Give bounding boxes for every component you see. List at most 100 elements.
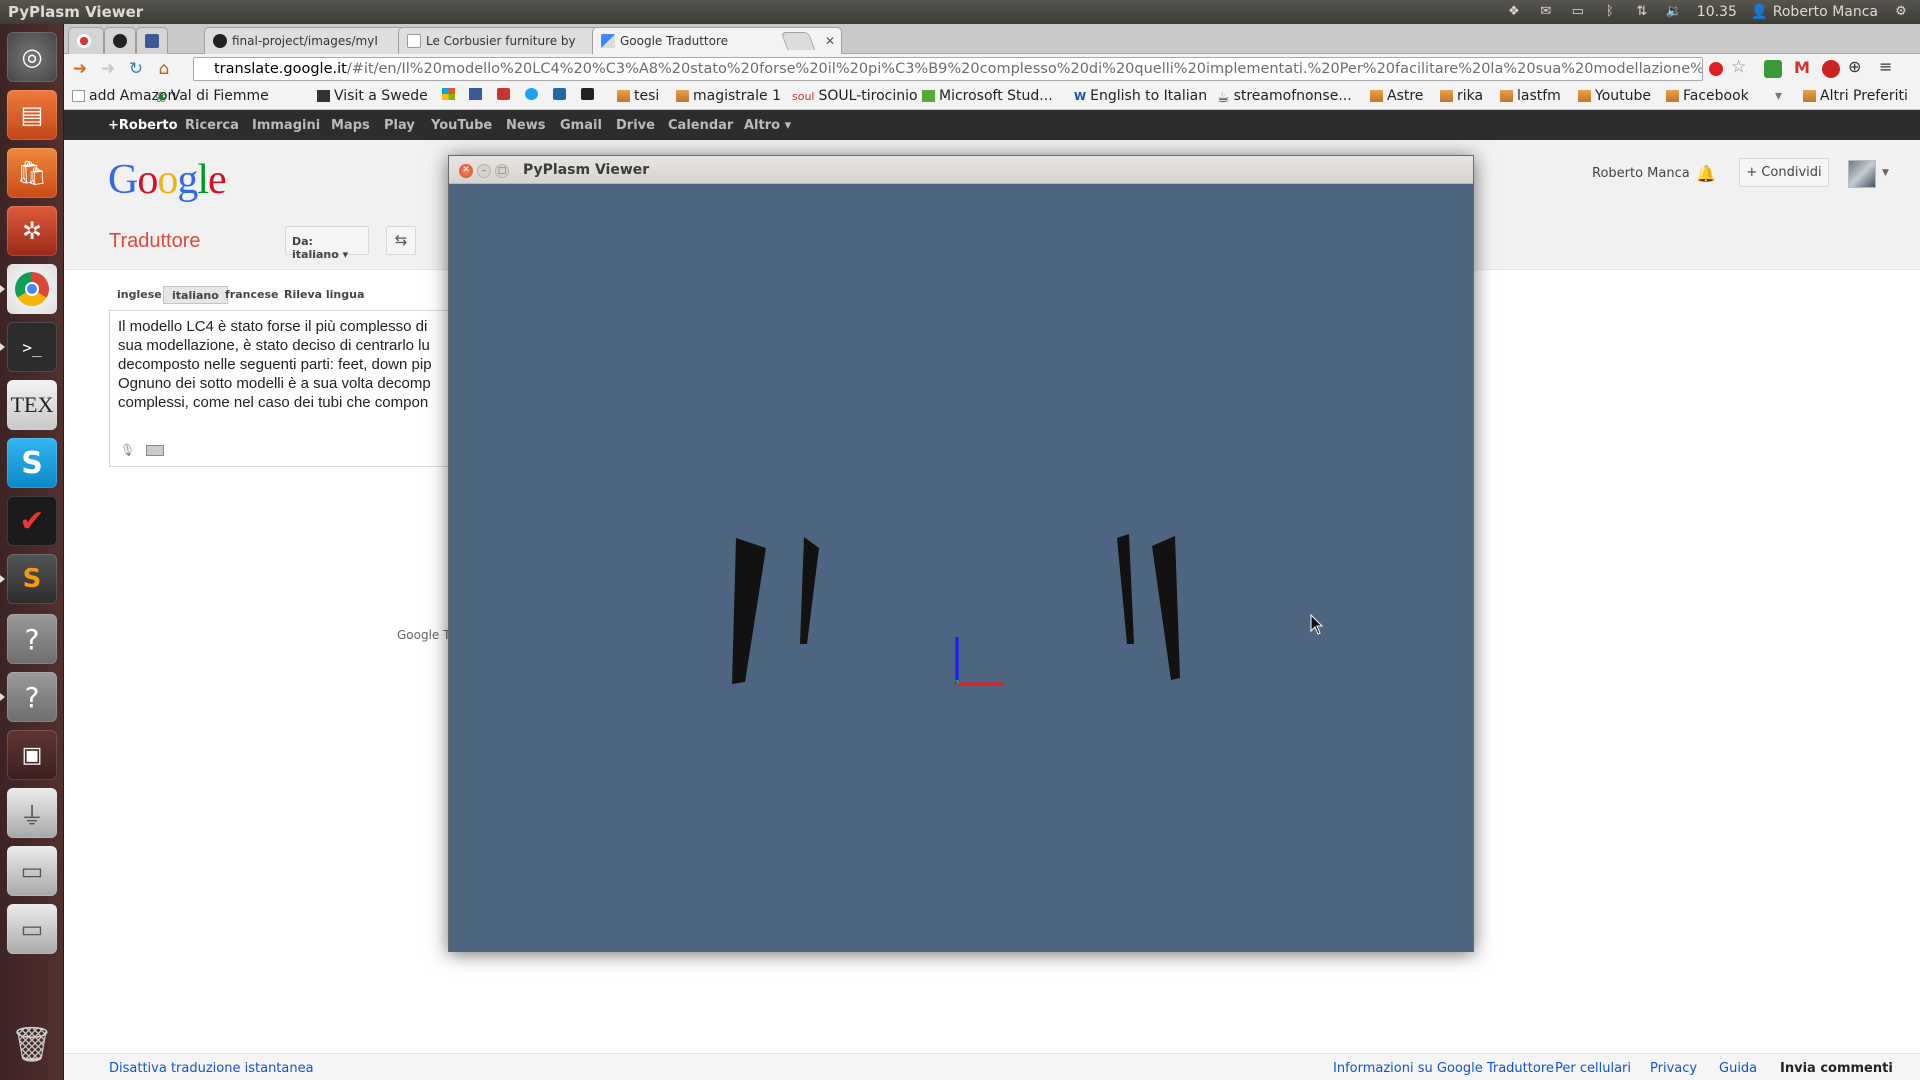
disable-instant-link[interactable]: Disattiva traduzione istantanea [109, 1061, 314, 1076]
close-icon[interactable]: ✕ [825, 34, 835, 48]
bookmark-folder[interactable]: Facebook [1666, 88, 1749, 104]
account-name[interactable]: Roberto Manca [1592, 166, 1690, 181]
keyboard-icon[interactable] [146, 445, 164, 456]
gear-icon[interactable]: ⚙ [1892, 5, 1910, 19]
network-icon[interactable]: ⇅ [1633, 5, 1651, 19]
bookmark-folder[interactable]: Youtube [1578, 88, 1651, 104]
skype-icon[interactable]: S [7, 438, 57, 488]
sublime-text-icon[interactable]: S [0, 554, 57, 604]
star-icon[interactable]: ☆ [1731, 57, 1749, 77]
bookmark[interactable]: ❀ Val di Fiemme [155, 88, 269, 106]
workspace-switcher-icon[interactable]: ▣ [7, 730, 57, 780]
trash-icon[interactable]: 🗑 [7, 1020, 57, 1070]
dropbox-icon[interactable]: ❖ [1505, 5, 1523, 19]
pinned-tab[interactable] [68, 27, 104, 54]
clock[interactable]: 10.35 [1697, 4, 1737, 20]
google-bar-item[interactable]: YouTube [431, 118, 492, 133]
lang-tab-detect[interactable]: Rileva lingua [276, 286, 372, 304]
bookmarks-overflow-button[interactable]: ▾ [1775, 88, 1782, 104]
google-bar-item[interactable]: Altro ▾ [744, 118, 791, 133]
share-button[interactable]: + Condividi [1739, 158, 1829, 187]
bookmark[interactable]: soul SOUL-tirocinio [792, 88, 918, 104]
pinned-tab[interactable] [136, 27, 168, 54]
bell-icon[interactable]: 🔔 [1696, 164, 1716, 183]
3d-viewport[interactable] [449, 184, 1473, 952]
bookmark[interactable] [442, 88, 459, 100]
extension-icon[interactable] [1822, 60, 1840, 78]
adblock-icon[interactable] [1709, 62, 1723, 76]
footer-link[interactable]: Invia commenti [1780, 1061, 1893, 1076]
battery-icon[interactable]: ▭ [1569, 5, 1587, 19]
bookmark[interactable] [469, 88, 486, 100]
bookmark[interactable] [525, 88, 542, 100]
google-bar-item[interactable]: Calendar [668, 118, 733, 133]
google-bar-item[interactable]: News [506, 118, 545, 133]
footer-link[interactable]: Per cellulari [1555, 1061, 1631, 1076]
google-bar-item[interactable]: Play [384, 118, 415, 133]
bookmark[interactable] [497, 88, 514, 100]
bookmark[interactable]: W English to Italian [1074, 88, 1207, 104]
extension-icon[interactable] [1764, 60, 1782, 78]
disk-drive-icon[interactable]: ▭ [7, 846, 57, 896]
google-bar-item[interactable]: +Roberto [108, 118, 178, 133]
bookmark-folder[interactable]: lastfm [1500, 88, 1561, 104]
google-bar-item[interactable]: Maps [331, 118, 370, 133]
google-bar-item[interactable]: Drive [616, 118, 655, 133]
unknown-app-icon[interactable]: ? [7, 614, 57, 664]
search-check-icon[interactable]: ✔ [7, 496, 57, 546]
back-button[interactable]: ➜ [68, 57, 92, 81]
unknown-app-icon[interactable]: ? [0, 672, 57, 722]
lang-tab-inglese[interactable]: inglese [109, 286, 170, 304]
footer-link[interactable]: Privacy [1650, 1061, 1697, 1076]
bookmark[interactable] [553, 88, 570, 100]
bookmark-folder[interactable]: tesi [617, 88, 659, 104]
footer-link[interactable]: Guida [1719, 1061, 1757, 1076]
google-bar-item[interactable]: Ricerca [185, 118, 239, 133]
usb-drive-icon[interactable]: ⏚ [7, 788, 57, 838]
dash-home-icon[interactable]: ◎ [7, 32, 57, 82]
address-bar[interactable]: translate.google.it/#it/en/Il%20modello%… [193, 57, 1703, 81]
pinned-tab[interactable] [104, 27, 136, 54]
footer-link[interactable]: Informazioni su Google Traduttore [1333, 1061, 1554, 1076]
google-bar-item[interactable]: Gmail [560, 118, 602, 133]
close-icon[interactable]: ✕ [459, 164, 473, 178]
gmail-icon[interactable]: M [1794, 58, 1812, 77]
bookmark-folder[interactable]: magistrale 1 [676, 88, 781, 104]
bookmark-folder[interactable]: Astre [1370, 88, 1423, 104]
google-bar-item[interactable]: Immagini [252, 118, 320, 133]
home-button[interactable]: ⌂ [152, 57, 176, 81]
wr-icon: W [1074, 90, 1087, 103]
files-icon[interactable]: ▤ [7, 90, 57, 140]
pyplasm-viewer-window[interactable]: ✕ – □ PyPlasm Viewer [448, 155, 1474, 952]
forward-button[interactable]: ➜ [96, 57, 120, 81]
disk-drive-icon[interactable]: ▭ [7, 904, 57, 954]
minimize-icon[interactable]: – [477, 164, 491, 178]
avatar[interactable] [1848, 160, 1876, 188]
source-text-input[interactable]: Il modello LC4 è stato forse il più comp… [109, 310, 489, 467]
globe-icon[interactable]: ⊕ [1848, 57, 1866, 76]
other-bookmarks[interactable]: Altri Preferiti [1803, 88, 1908, 104]
reload-button[interactable]: ↻ [124, 57, 148, 81]
chrome-icon[interactable] [0, 264, 57, 314]
software-center-icon[interactable]: 🛍 [7, 148, 57, 198]
volume-icon[interactable]: 🔉 [1665, 5, 1683, 19]
google-logo[interactable]: Google [108, 156, 227, 204]
microphone-icon[interactable]: 🎙 [120, 443, 135, 457]
mail-icon[interactable]: ✉ [1537, 5, 1555, 19]
bookmark[interactable]: Visit a Swede [317, 88, 428, 104]
chevron-down-icon[interactable]: ▼ [1882, 168, 1889, 178]
system-settings-icon[interactable]: ✲ [7, 206, 57, 256]
bookmark-folder[interactable]: rika [1440, 88, 1483, 104]
menu-icon[interactable]: ≡ [1879, 57, 1897, 76]
terminal-icon[interactable]: >_ [0, 322, 57, 372]
bookmark[interactable]: ☕ streamofnonse... [1217, 88, 1352, 106]
bookmark[interactable] [581, 88, 598, 100]
swap-languages-button[interactable]: ⇆ [386, 226, 416, 255]
bluetooth-icon[interactable]: ᛒ [1601, 5, 1619, 19]
bookmark[interactable]: Microsoft Stud... [922, 88, 1053, 104]
texmaker-icon[interactable]: TEX [7, 380, 57, 430]
source-language-dropdown[interactable]: Da: italiano ▾ [285, 226, 369, 261]
window-titlebar[interactable]: ✕ – □ PyPlasm Viewer [449, 156, 1473, 184]
user-menu[interactable]: 👤 Roberto Manca [1751, 4, 1878, 20]
maximize-icon[interactable]: □ [495, 164, 509, 178]
